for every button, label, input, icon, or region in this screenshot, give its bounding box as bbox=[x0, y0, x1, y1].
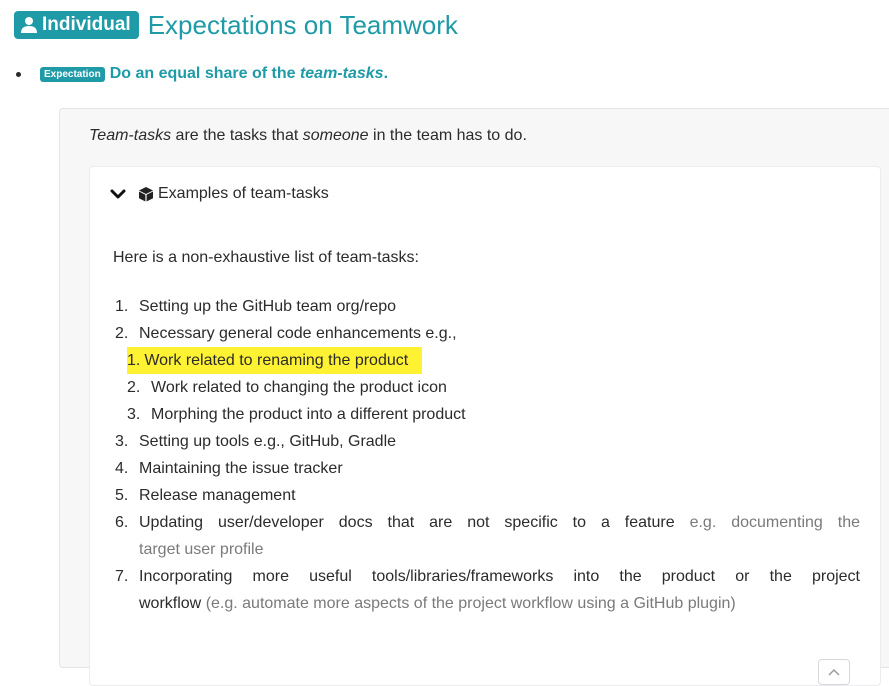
list-item-continuation: workflow (e.g. automate more aspects of … bbox=[115, 590, 860, 617]
sub-list-item: 2. Work related to changing the product i… bbox=[115, 374, 860, 401]
summary-label: Examples of team-tasks bbox=[158, 185, 329, 202]
individual-badge-label: Individual bbox=[42, 13, 131, 35]
list-item-text-example: e.g. documenting the bbox=[689, 514, 861, 531]
list-number: 2. bbox=[115, 325, 129, 342]
list-number: 4. bbox=[115, 460, 129, 477]
list-item: 3. Setting up tools e.g., GitHub, Gradle bbox=[115, 428, 860, 455]
user-icon bbox=[21, 16, 37, 33]
intro-mid: are the tasks that bbox=[171, 127, 303, 144]
section-header: Individual Expectations on Teamwork bbox=[14, 9, 458, 41]
expectation-text-emphasis: team-tasks bbox=[299, 65, 384, 82]
chevron-up-icon bbox=[828, 668, 840, 676]
sub-list-number: 3. bbox=[127, 406, 141, 423]
list-item: 4. Maintaining the issue tracker bbox=[115, 455, 860, 482]
list-item-text: Updating user/developer docs that are no… bbox=[139, 509, 860, 536]
list-item-text-main: Updating user/developer docs that are no… bbox=[139, 514, 675, 531]
list-item-text: Setting up the GitHub team org/repo bbox=[139, 298, 397, 315]
examples-details: Examples of team-tasks Here is a non-exh… bbox=[89, 166, 881, 686]
list-number: 1. bbox=[115, 298, 129, 315]
sub-list-number: 1. bbox=[127, 347, 145, 374]
sub-list-item-text: Work related to changing the product ico… bbox=[151, 379, 447, 396]
cube-icon bbox=[139, 187, 153, 202]
sub-list-item: 3. Morphing the product into a different … bbox=[115, 401, 860, 428]
list-item-text-main: workflow bbox=[139, 595, 202, 612]
list-item-text: Release management bbox=[139, 487, 296, 504]
list-item-text: Setting up tools e.g., GitHub, Gradle bbox=[139, 433, 397, 450]
expectation-text-before: Do an equal share of the bbox=[109, 65, 300, 82]
list-item: 1. Setting up the GitHub team org/repo bbox=[115, 293, 860, 320]
list-item-text: Maintaining the issue tracker bbox=[139, 460, 343, 477]
page-title: Expectations on Teamwork bbox=[147, 10, 458, 40]
sub-list-item: 1. Work related to renaming the product bbox=[115, 347, 860, 374]
list-item: 5. Release management bbox=[115, 482, 860, 509]
list-number: 3. bbox=[115, 433, 129, 450]
bullet-dot bbox=[16, 71, 21, 77]
list-number: 5. bbox=[115, 487, 129, 504]
list-item: 6. Updating user/developer docs that are … bbox=[115, 509, 860, 536]
chevron-down-icon[interactable] bbox=[110, 186, 126, 202]
panel-intro: Team-tasks are the tasks that someone in… bbox=[89, 127, 527, 145]
sub-list-item-text-highlighted: Work related to renaming the product bbox=[144, 347, 423, 374]
list-number: 7. bbox=[115, 568, 129, 585]
list-item-text-example: (e.g. automate more aspects of the proje… bbox=[205, 595, 736, 612]
expectation-badge: Expectation bbox=[40, 66, 105, 82]
scroll-up-button[interactable] bbox=[818, 659, 850, 685]
expectation-panel: Team-tasks are the tasks that someone in… bbox=[59, 108, 889, 686]
sub-list-item-text: Morphing the product into a different pr… bbox=[151, 406, 466, 423]
list-item: 2. Necessary general code enhancements e.… bbox=[115, 320, 860, 347]
expectation-item: Expectation Do an equal share of the tea… bbox=[16, 65, 388, 83]
individual-badge: Individual bbox=[14, 11, 139, 39]
expectation-text-after: . bbox=[383, 65, 389, 82]
intro-em-team-tasks: Team-tasks bbox=[89, 127, 172, 144]
expectation-text: Do an equal share of the team-tasks. bbox=[110, 65, 388, 83]
details-summary[interactable]: Examples of team-tasks bbox=[110, 185, 329, 203]
team-tasks-list: 1. Setting up the GitHub team org/repo 2.… bbox=[115, 293, 860, 617]
list-item-text-example: target user profile bbox=[139, 541, 264, 558]
list-lead: Here is a non-exhaustive list of team-ta… bbox=[113, 249, 419, 266]
list-item: 7. Incorporating more useful tools/librar… bbox=[115, 563, 860, 590]
list-number: 6. bbox=[115, 514, 129, 531]
list-item-text-main: Incorporating more useful tools/librarie… bbox=[139, 568, 860, 585]
list-item-text: Necessary general code enhancements e.g.… bbox=[139, 325, 457, 342]
sub-list-number: 2. bbox=[127, 379, 141, 396]
intro-em-someone: someone bbox=[302, 127, 369, 144]
intro-end: in the team has to do. bbox=[368, 127, 527, 144]
list-item-continuation: target user profile bbox=[115, 536, 860, 563]
